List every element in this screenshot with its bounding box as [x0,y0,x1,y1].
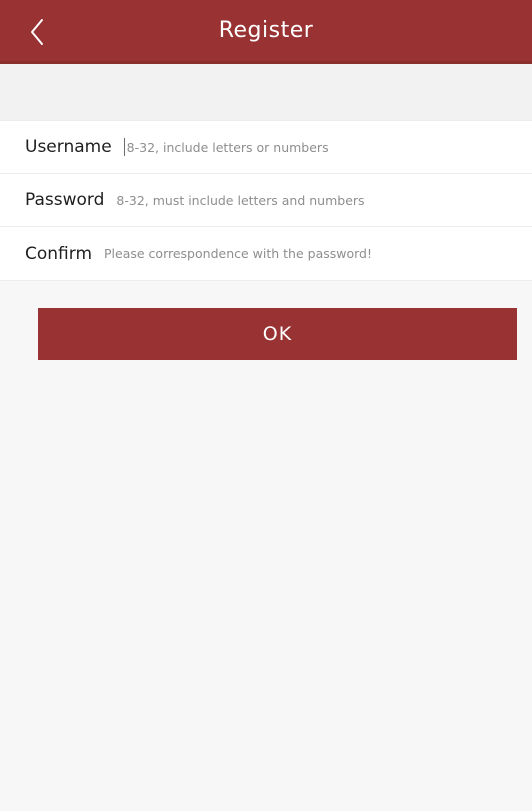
confirm-label: Confirm [25,243,93,264]
app-header: Register [0,0,532,64]
username-input[interactable] [123,138,507,156]
username-label: Username [25,137,112,157]
password-input[interactable] [116,185,497,215]
header-spacer [0,64,532,120]
ok-button[interactable]: OK [38,308,517,360]
confirm-password-input[interactable] [104,238,485,269]
password-label: Password [25,190,105,210]
register-form: Username Password Confirm [0,120,532,281]
username-row: Username [0,121,532,174]
password-row: Password [0,174,532,227]
confirm-row: Confirm [0,227,532,280]
page-title: Register [218,18,314,43]
